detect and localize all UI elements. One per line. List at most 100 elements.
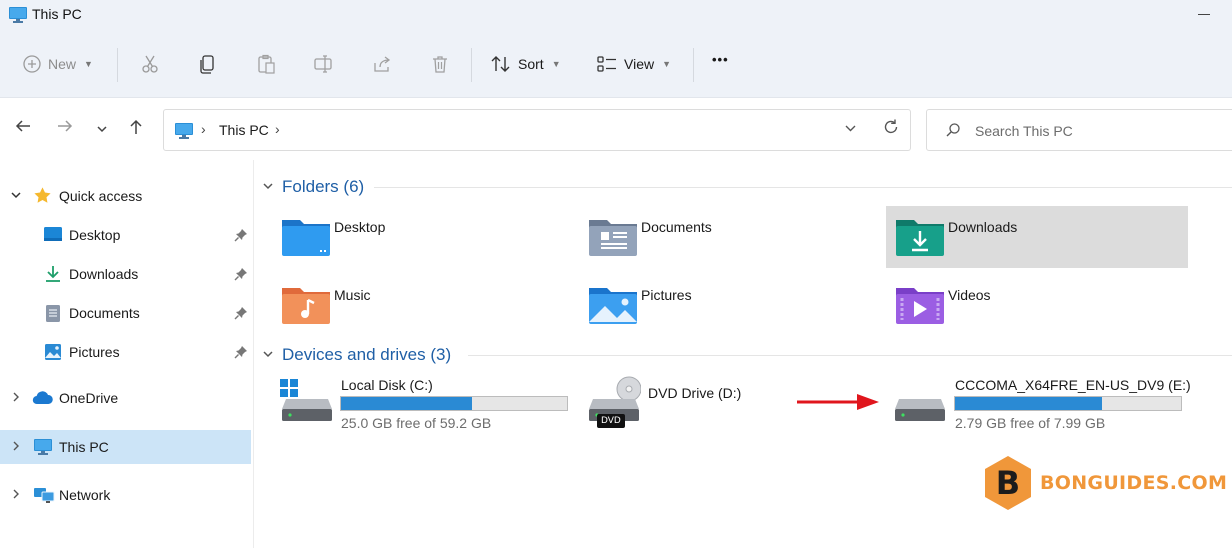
sidebar-item-desktop[interactable]: Desktop: [0, 218, 251, 252]
drive-usage-fill: [955, 397, 1102, 410]
chevron-down-icon: ▼: [551, 59, 561, 69]
view-label: View: [624, 56, 655, 72]
sidebar-item-quick-access[interactable]: Quick access: [0, 179, 251, 213]
view-icon: [597, 56, 616, 72]
folder-name: Desktop: [334, 219, 386, 235]
sidebar-item-label: Network: [59, 487, 111, 503]
trash-icon: [433, 56, 447, 73]
scissors-icon: [142, 55, 158, 73]
toolbar-divider: [693, 48, 694, 82]
navigation-pane: Quick access Desktop Downloads Documents: [0, 160, 254, 548]
cloud-icon: [32, 390, 54, 408]
documents-folder-icon: [587, 214, 639, 261]
sidebar-item-onedrive[interactable]: OneDrive: [0, 381, 251, 415]
chevron-down-icon[interactable]: [10, 189, 22, 204]
sort-button[interactable]: Sort ▼: [490, 54, 561, 74]
folder-videos[interactable]: Videos: [886, 274, 1188, 336]
view-button[interactable]: View ▼: [596, 54, 671, 74]
cut-button[interactable]: [140, 54, 160, 74]
pin-icon[interactable]: [234, 345, 248, 362]
breadcrumb-separator[interactable]: ›: [201, 121, 206, 137]
sidebar-item-network[interactable]: Network: [0, 478, 251, 512]
sidebar-item-label: This PC: [59, 439, 109, 455]
share-icon: [374, 56, 391, 72]
pin-icon[interactable]: [234, 267, 248, 284]
windows-drive-icon: [278, 375, 334, 426]
folder-name: Pictures: [641, 287, 692, 303]
sidebar-item-documents[interactable]: Documents: [0, 296, 251, 330]
paste-button[interactable]: [256, 54, 276, 74]
drive-local-disk-c[interactable]: Local Disk (C:) 25.0 GB free of 59.2 GB: [278, 372, 578, 432]
logo-letter: B: [995, 464, 1021, 502]
drive-name: DVD Drive (D:): [648, 385, 742, 401]
desktop-folder-icon: [280, 214, 332, 261]
back-button[interactable]: [14, 118, 32, 139]
drive-usb-e[interactable]: CCCOMA_X64FRE_EN-US_DV9 (E:) 2.79 GB fre…: [891, 372, 1231, 432]
more-options-button[interactable]: •••: [712, 52, 729, 67]
rename-button[interactable]: [313, 54, 333, 74]
bonguides-logo: B: [982, 454, 1034, 512]
videos-folder-icon: [894, 282, 946, 329]
chevron-down-icon: [845, 125, 856, 132]
group-divider: [468, 355, 1232, 356]
share-button[interactable]: [372, 54, 392, 74]
refresh-button[interactable]: [882, 118, 900, 141]
address-bar[interactable]: › This PC ›: [163, 109, 911, 151]
folder-name: Videos: [948, 287, 991, 303]
drive-name: Local Disk (C:): [341, 377, 433, 393]
document-icon: [45, 304, 61, 326]
chevron-right-icon[interactable]: [10, 440, 22, 455]
sidebar-item-label: Pictures: [69, 344, 120, 360]
delete-button[interactable]: [430, 54, 450, 74]
chevron-down-icon: ▼: [662, 59, 672, 69]
group-divider: [374, 187, 1232, 188]
breadcrumb-this-pc[interactable]: This PC: [219, 122, 269, 138]
command-bar: New ▼ Sort ▼ View ▼ •••: [0, 30, 1232, 98]
red-arrow-annotation: [795, 391, 881, 416]
address-dropdown-button[interactable]: [844, 122, 857, 137]
refresh-icon: [884, 119, 898, 134]
folder-documents[interactable]: Documents: [579, 206, 881, 268]
sidebar-item-this-pc[interactable]: This PC: [0, 430, 251, 464]
search-box[interactable]: Search This PC: [926, 109, 1232, 151]
pictures-icon: [44, 343, 62, 364]
star-icon: [33, 186, 52, 208]
chevron-down-icon: ▼: [84, 59, 93, 69]
folder-music[interactable]: Music: [272, 274, 574, 336]
folders-group-header[interactable]: Folders (6): [262, 177, 364, 197]
sort-icon: [491, 56, 510, 72]
chevron-right-icon[interactable]: [10, 391, 22, 406]
chevron-down-icon[interactable]: [262, 180, 274, 195]
new-label: New: [48, 56, 77, 72]
clipboard-icon: [258, 54, 275, 74]
chevron-down-icon[interactable]: [262, 348, 274, 363]
rename-icon: [314, 55, 332, 73]
pin-icon[interactable]: [234, 306, 248, 323]
chevron-right-icon[interactable]: [10, 488, 22, 503]
up-button[interactable]: [128, 118, 144, 141]
folder-pictures[interactable]: Pictures: [579, 274, 881, 336]
folder-desktop[interactable]: Desktop: [272, 206, 574, 268]
sort-label: Sort: [518, 56, 544, 72]
pin-icon[interactable]: [234, 228, 248, 245]
network-icon: [33, 486, 55, 507]
watermark-text: BONGUIDES.COM: [1040, 472, 1228, 494]
breadcrumb-separator[interactable]: ›: [275, 121, 280, 137]
drive-usage-bar: [340, 396, 568, 411]
drive-free-space: 25.0 GB free of 59.2 GB: [341, 415, 492, 431]
forward-button[interactable]: [56, 118, 74, 139]
dvd-badge: DVD: [597, 414, 625, 428]
new-button[interactable]: New ▼: [22, 54, 93, 74]
drives-group-header[interactable]: Devices and drives (3): [262, 345, 451, 365]
sidebar-item-downloads[interactable]: Downloads: [0, 257, 251, 291]
folders-header-label: Folders (6): [282, 177, 365, 196]
arrow-right-icon: [58, 120, 73, 132]
sidebar-item-pictures[interactable]: Pictures: [0, 335, 251, 369]
minimize-button[interactable]: [1198, 14, 1210, 15]
recent-locations-button[interactable]: [96, 119, 108, 140]
folder-downloads[interactable]: Downloads: [886, 206, 1188, 268]
copy-button[interactable]: [198, 54, 218, 74]
toolbar-divider: [117, 48, 118, 82]
desktop-icon: [43, 226, 63, 246]
download-icon: [43, 265, 63, 286]
